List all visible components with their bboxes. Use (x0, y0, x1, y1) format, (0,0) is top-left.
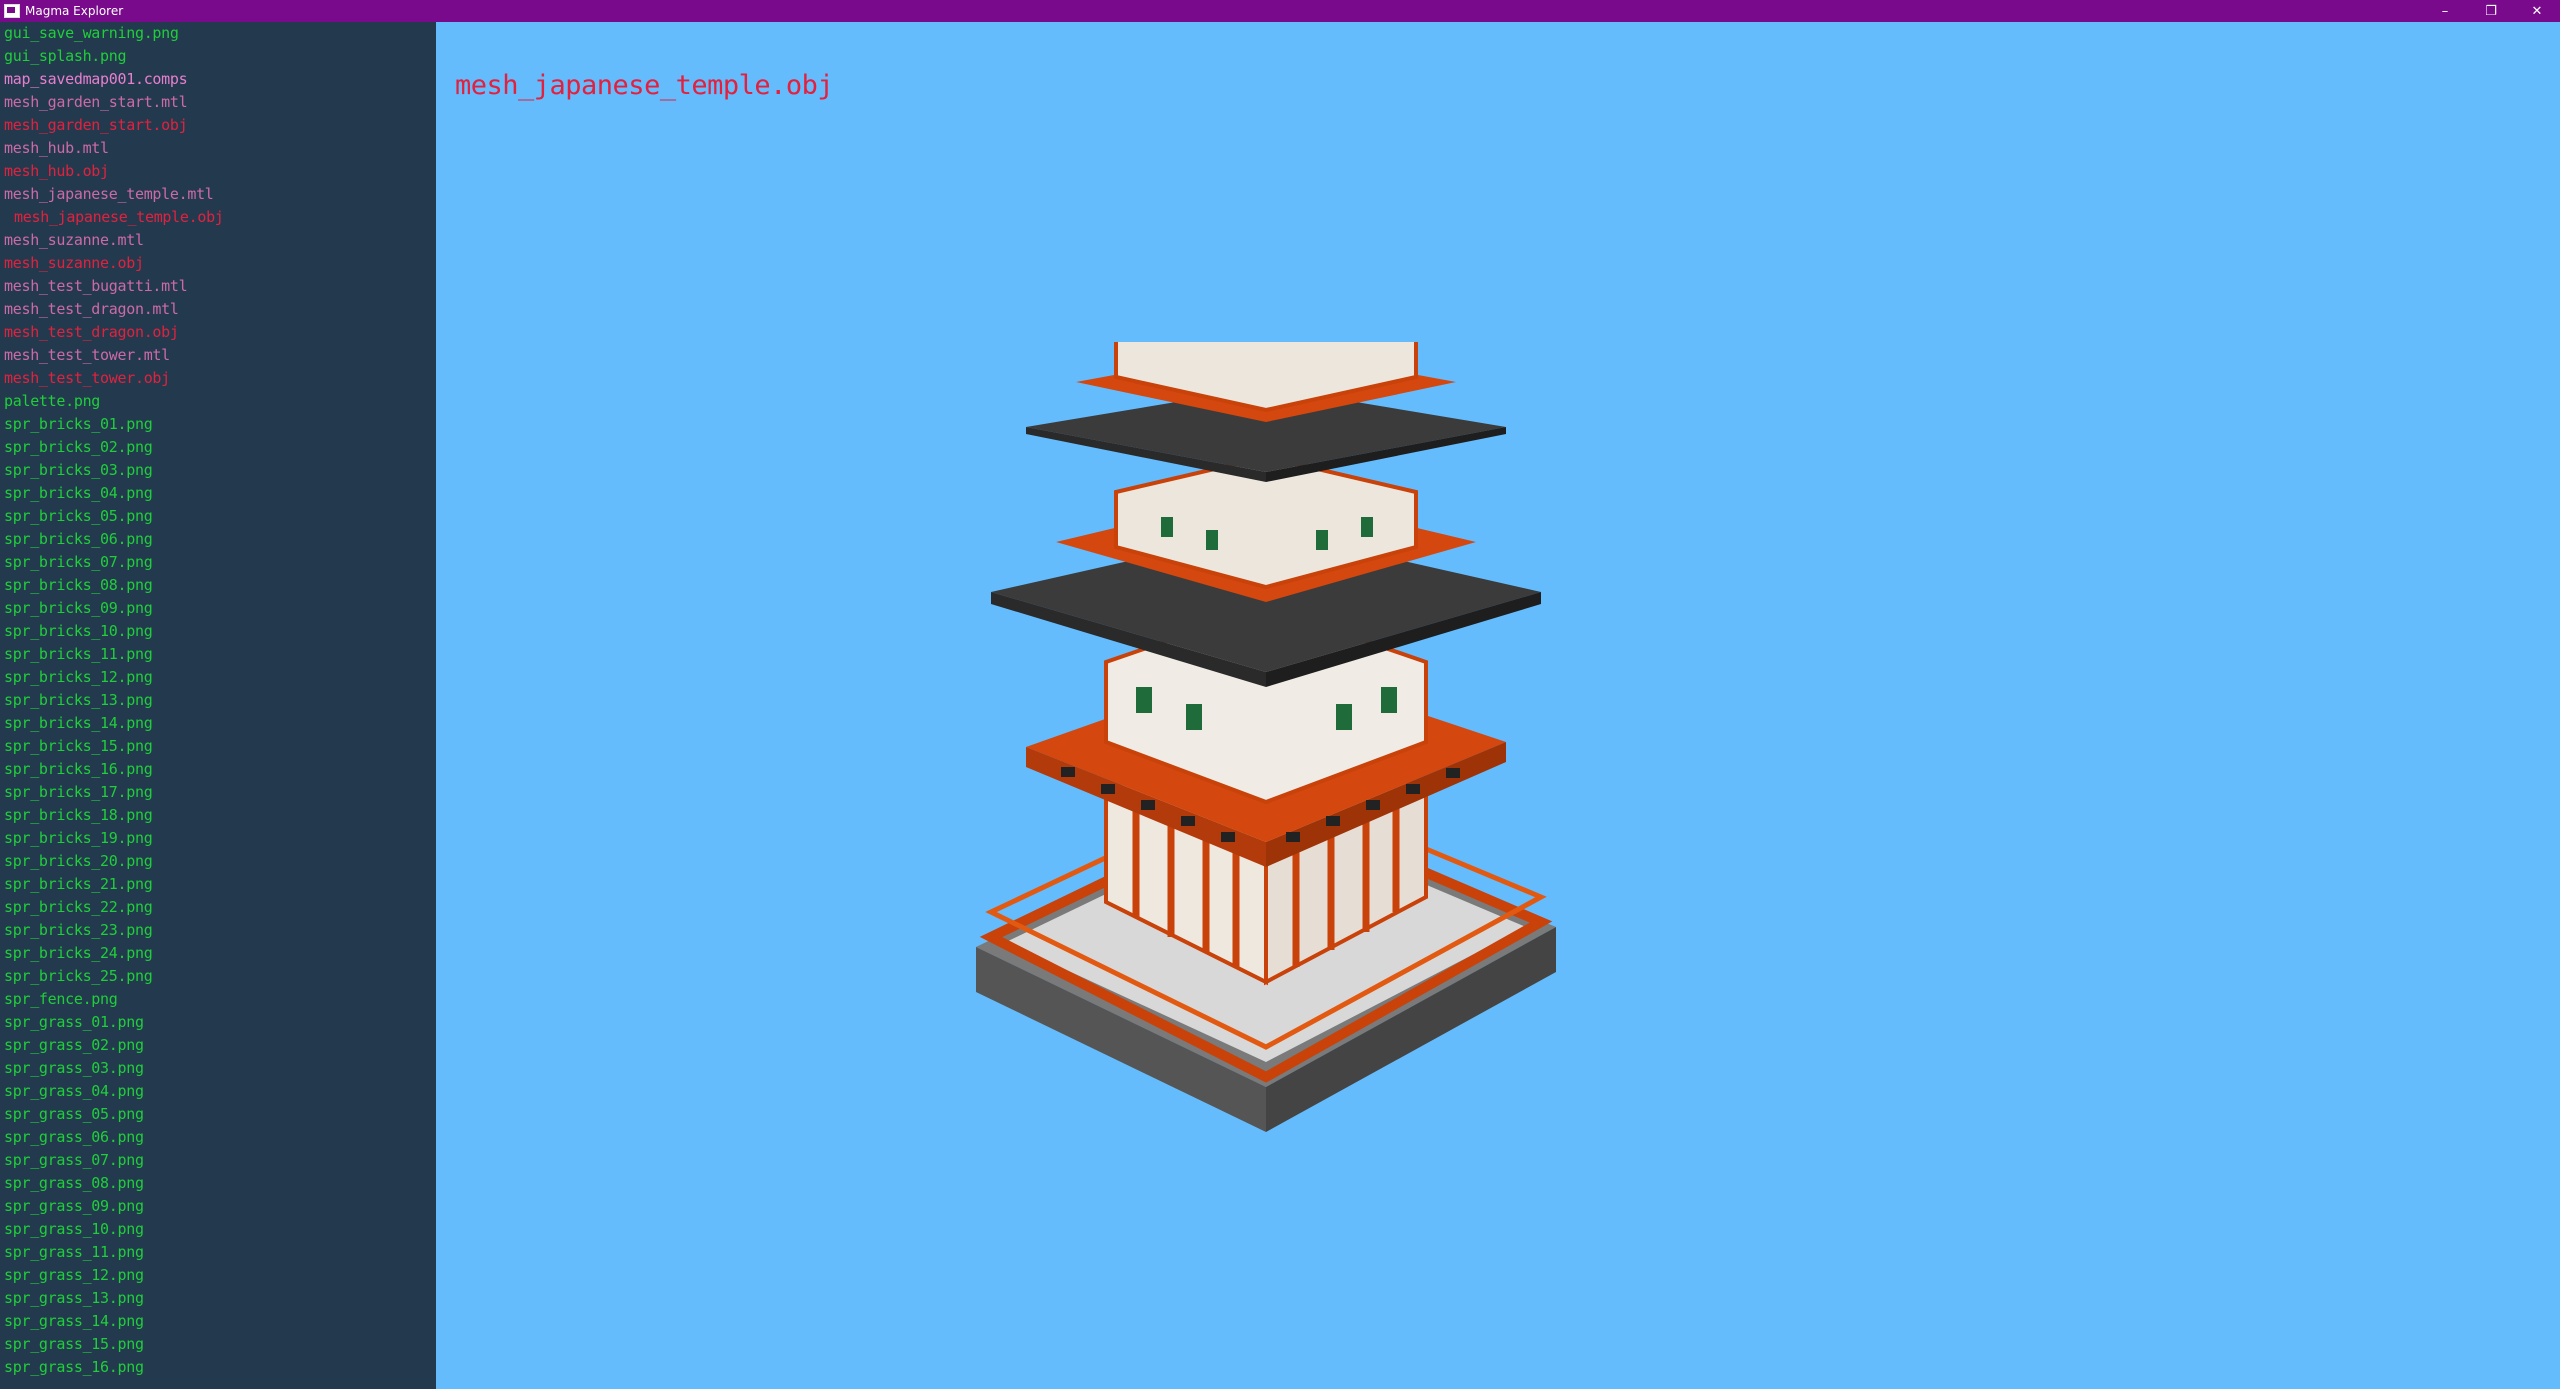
file-item[interactable]: spr_grass_09.png (0, 1195, 436, 1218)
file-item[interactable]: mesh_test_tower.obj (0, 367, 436, 390)
model-viewer[interactable]: mesh_japanese_temple.obj (436, 22, 2560, 1389)
file-item[interactable]: spr_bricks_07.png (0, 551, 436, 574)
file-item[interactable]: spr_bricks_17.png (0, 781, 436, 804)
file-item[interactable]: spr_grass_04.png (0, 1080, 436, 1103)
file-item[interactable]: spr_bricks_11.png (0, 643, 436, 666)
file-item[interactable]: spr_fence.png (0, 988, 436, 1011)
file-item[interactable]: spr_bricks_22.png (0, 896, 436, 919)
file-item[interactable]: spr_bricks_09.png (0, 597, 436, 620)
close-button[interactable]: ✕ (2514, 0, 2560, 22)
file-item[interactable]: spr_bricks_12.png (0, 666, 436, 689)
app-icon (4, 4, 20, 18)
file-item[interactable]: spr_grass_05.png (0, 1103, 436, 1126)
file-item[interactable]: mesh_test_dragon.obj (0, 321, 436, 344)
window-title: Magma Explorer (25, 4, 124, 18)
file-item[interactable]: spr_bricks_05.png (0, 505, 436, 528)
file-item[interactable]: spr_bricks_14.png (0, 712, 436, 735)
file-item[interactable]: mesh_garden_start.mtl (0, 91, 436, 114)
file-list-sidebar[interactable]: gui_save_warning.png gui_splash.png map_sa… (0, 22, 436, 1389)
file-item[interactable]: spr_bricks_02.png (0, 436, 436, 459)
file-item[interactable]: gui_splash.png (0, 45, 436, 68)
file-item[interactable]: spr_bricks_06.png (0, 528, 436, 551)
file-item[interactable]: spr_grass_16.png (0, 1356, 436, 1379)
file-item[interactable]: spr_grass_10.png (0, 1218, 436, 1241)
file-item[interactable]: mesh_hub.mtl (0, 137, 436, 160)
minimize-button[interactable]: – (2422, 0, 2468, 22)
file-item[interactable]: mesh_test_tower.mtl (0, 344, 436, 367)
file-item[interactable]: spr_bricks_15.png (0, 735, 436, 758)
file-item[interactable]: spr_grass_14.png (0, 1310, 436, 1333)
file-item[interactable]: spr_bricks_25.png (0, 965, 436, 988)
file-item[interactable]: map_savedmap001.comps (0, 68, 436, 91)
file-item[interactable]: spr_bricks_21.png (0, 873, 436, 896)
file-list: gui_save_warning.png gui_splash.png map_sa… (0, 22, 436, 1379)
file-item[interactable]: mesh_japanese_temple.mtl (0, 183, 436, 206)
file-item[interactable]: spr_bricks_19.png (0, 827, 436, 850)
file-item[interactable]: spr_bricks_18.png (0, 804, 436, 827)
file-item[interactable]: mesh_suzanne.mtl (0, 229, 436, 252)
file-item[interactable]: mesh_test_dragon.mtl (0, 298, 436, 321)
file-item[interactable]: spr_grass_06.png (0, 1126, 436, 1149)
file-item[interactable]: spr_grass_13.png (0, 1287, 436, 1310)
file-item[interactable]: mesh_test_bugatti.mtl (0, 275, 436, 298)
title-bar: Magma Explorer – ❐ ✕ (0, 0, 2560, 22)
file-item[interactable]: spr_grass_11.png (0, 1241, 436, 1264)
file-item[interactable]: gui_save_warning.png (0, 22, 436, 45)
file-item[interactable]: spr_bricks_08.png (0, 574, 436, 597)
file-item[interactable]: spr_bricks_13.png (0, 689, 436, 712)
file-item[interactable]: palette.png (0, 390, 436, 413)
file-item[interactable]: spr_bricks_24.png (0, 942, 436, 965)
file-item[interactable]: spr_grass_03.png (0, 1057, 436, 1080)
file-item[interactable]: mesh_suzanne.obj (0, 252, 436, 275)
file-item[interactable]: spr_bricks_20.png (0, 850, 436, 873)
file-item[interactable]: spr_grass_01.png (0, 1011, 436, 1034)
file-item[interactable]: spr_bricks_23.png (0, 919, 436, 942)
pagoda-model[interactable] (966, 342, 1566, 1262)
file-item[interactable]: mesh_hub.obj (0, 160, 436, 183)
maximize-button[interactable]: ❐ (2468, 0, 2514, 22)
file-item[interactable]: spr_grass_12.png (0, 1264, 436, 1287)
file-item[interactable]: spr_grass_02.png (0, 1034, 436, 1057)
file-item[interactable]: spr_grass_08.png (0, 1172, 436, 1195)
file-item[interactable]: spr_grass_07.png (0, 1149, 436, 1172)
file-item[interactable]: mesh_garden_start.obj (0, 114, 436, 137)
file-item[interactable]: spr_grass_15.png (0, 1333, 436, 1356)
file-item[interactable]: spr_bricks_04.png (0, 482, 436, 505)
window-controls: – ❐ ✕ (2422, 0, 2560, 22)
file-item[interactable]: spr_bricks_01.png (0, 413, 436, 436)
viewer-title: mesh_japanese_temple.obj (455, 70, 834, 101)
file-item[interactable]: spr_bricks_03.png (0, 459, 436, 482)
file-item[interactable]: mesh_japanese_temple.obj (0, 206, 436, 229)
file-item[interactable]: spr_bricks_10.png (0, 620, 436, 643)
file-item[interactable]: spr_bricks_16.png (0, 758, 436, 781)
